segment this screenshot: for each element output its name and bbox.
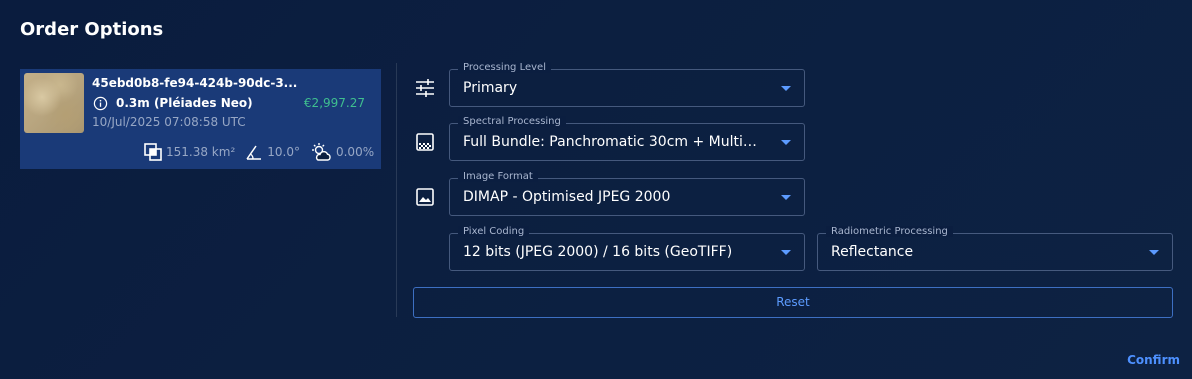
chevron-down-icon[interactable] [781,86,791,91]
confirm-button[interactable]: Confirm [1127,353,1180,367]
chevron-down-icon[interactable] [781,250,791,255]
cloud-value: 0.00% [335,145,375,159]
page-title: Order Options [20,19,164,40]
image-icon [416,188,434,206]
radiometric-processing-label: Radiometric Processing [826,226,953,237]
overlap-squares-icon [144,143,162,161]
image-card[interactable]: 45ebd0b8-fe94-424b-90dc-3... 0.3m (Pléia… [20,69,381,169]
sliders-icon [416,79,434,97]
vertical-divider [396,63,397,317]
processing-level-value: Primary [463,80,518,96]
angle-value: 10.0° [267,145,300,159]
reset-button[interactable]: Reset [413,287,1173,318]
cloud-stat: 0.00% [310,142,374,162]
image-price: €2,997.27 [303,96,365,110]
image-format-label: Image Format [458,171,538,182]
angle-icon [246,145,262,160]
image-stats: 151.38 km² 10.0° 0.00% [144,142,374,162]
spectral-processing-value: Full Bundle: Panchromatic 30cm + Multisp… [463,134,764,150]
radiometric-processing-value: Reflectance [831,244,914,260]
image-id: 45ebd0b8-fe94-424b-90dc-3... [92,76,298,90]
processing-level-label: Processing Level [458,62,551,73]
area-value: 151.38 km² [166,145,236,159]
pixel-coding-select[interactable]: Pixel Coding 12 bits (JPEG 2000) / 16 bi… [449,226,805,271]
processing-level-select[interactable]: Processing Level Primary [449,62,805,107]
chevron-down-icon[interactable] [781,140,791,145]
area-stat: 151.38 km² [144,143,235,161]
image-thumbnail [24,73,84,133]
spectral-processing-label: Spectral Processing [458,116,566,127]
image-format-select[interactable]: Image Format DIMAP - Optimised JPEG 2000 [449,171,805,216]
radiometric-processing-select[interactable]: Radiometric Processing Reflectance [817,226,1173,271]
sun-cloud-icon [311,143,331,161]
spectral-processing-select[interactable]: Spectral Processing Full Bundle: Panchro… [449,116,805,161]
grid-image-icon [416,133,434,151]
info-icon[interactable] [93,96,108,111]
chevron-down-icon[interactable] [781,195,791,200]
image-format-value: DIMAP - Optimised JPEG 2000 [463,189,671,205]
pixel-coding-label: Pixel Coding [458,226,530,237]
image-resolution: 0.3m (Pléiades Neo) [116,96,253,110]
angle-stat: 10.0° [245,143,300,161]
pixel-coding-value: 12 bits (JPEG 2000) / 16 bits (GeoTIFF) [463,244,733,260]
chevron-down-icon[interactable] [1149,250,1159,255]
image-datetime: 10/Jul/2025 07:08:58 UTC [92,115,246,129]
